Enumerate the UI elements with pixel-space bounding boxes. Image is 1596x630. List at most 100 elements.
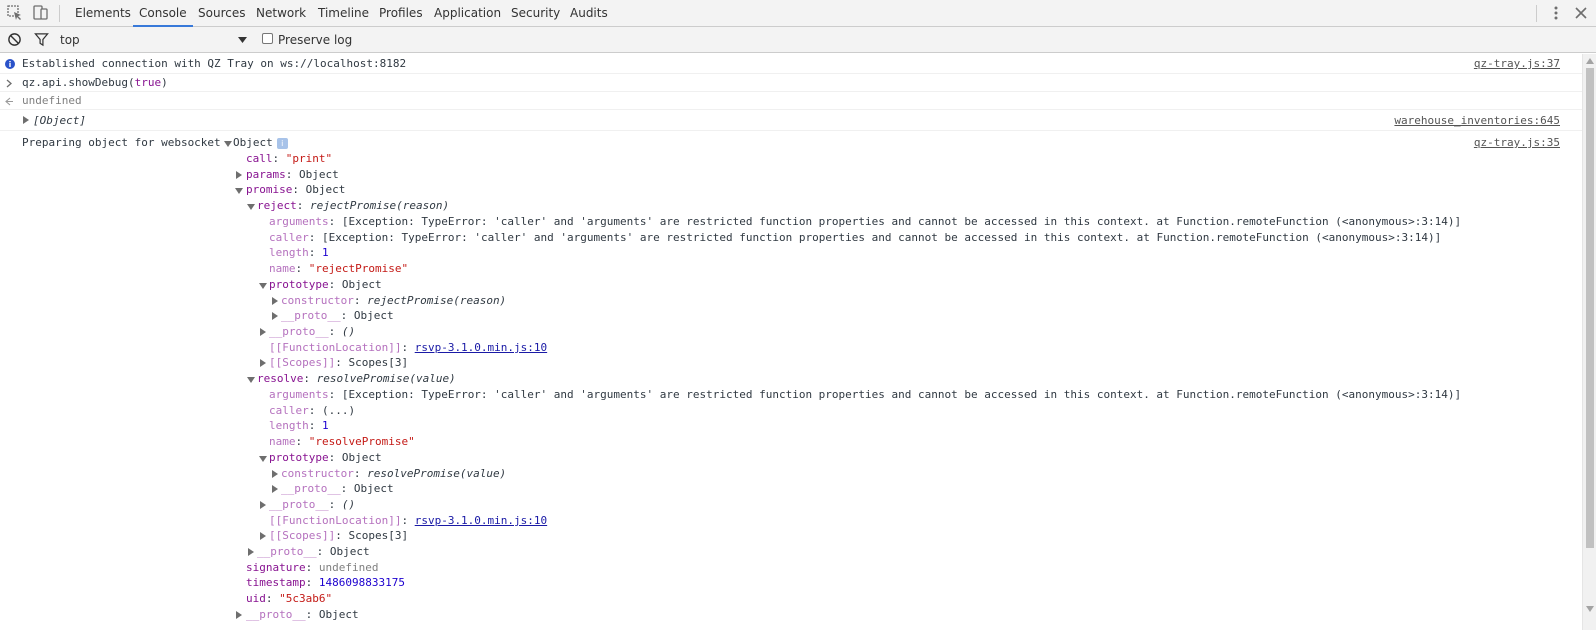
expand-triangle-icon[interactable] <box>23 116 29 124</box>
prop-arguments: arguments: [Exception: TypeError: 'calle… <box>269 215 1462 228</box>
source-link[interactable]: qz-tray.js:35 <box>1474 135 1560 151</box>
message-prefix: Preparing object for websocket <box>22 136 221 149</box>
expand-triangle-icon[interactable] <box>272 485 278 493</box>
result-text: undefined <box>22 94 82 107</box>
console-input: qz.api.showDebug(true) <box>0 74 1582 92</box>
prop-proto-fn[interactable]: __proto__: () <box>269 324 355 340</box>
input-arg: true <box>134 76 162 89</box>
prop-proto[interactable]: __proto__: Object <box>257 544 370 560</box>
scrollbar-thumb[interactable] <box>1586 68 1594 548</box>
console-result: undefined <box>0 92 1582 110</box>
expand-triangle-icon[interactable] <box>272 312 278 320</box>
prop-resolve[interactable]: resolve: resolvePromise(value) <box>257 371 456 387</box>
prop-length: length: 1 <box>269 246 329 259</box>
prop-signature: signature: undefined <box>246 561 379 574</box>
collapse-triangle-icon[interactable] <box>259 456 267 462</box>
prop-function-location: [[FunctionLocation]]: rsvp-3.1.0.min.js:… <box>269 341 548 354</box>
more-options-icon[interactable] <box>1548 5 1564 21</box>
prop-length: length: 1 <box>269 419 329 432</box>
prop-reject[interactable]: reject: rejectPromise(reason) <box>257 198 449 214</box>
console-message-websocket: Preparing object for websocket qz-tray.j… <box>0 131 1582 630</box>
input-text: qz.api.showDebug( <box>22 76 135 89</box>
input-command: qz.api.showDebug(true) <box>22 75 168 91</box>
prop-timestamp: timestamp: 1486098833175 <box>246 576 405 589</box>
tab-timeline[interactable]: Timeline <box>318 0 369 27</box>
prop-scopes[interactable]: [[Scopes]]: Scopes[3] <box>269 528 408 544</box>
toolbar-divider <box>59 5 60 22</box>
info-icon <box>5 59 15 69</box>
prop-proto[interactable]: __proto__: Object <box>281 481 394 497</box>
prop-proto-fn[interactable]: __proto__: () <box>269 497 355 513</box>
console-message-info: Established connection with QZ Tray on w… <box>0 54 1582 74</box>
expand-triangle-icon[interactable] <box>248 548 254 556</box>
tab-elements[interactable]: Elements <box>75 0 131 27</box>
context-selector[interactable]: top <box>60 27 80 53</box>
prop-prototype[interactable]: prototype: Object <box>269 450 382 466</box>
expand-triangle-icon[interactable] <box>236 611 242 619</box>
close-icon[interactable] <box>1573 5 1589 21</box>
tab-audits[interactable]: Audits <box>570 0 608 27</box>
tab-profiles[interactable]: Profiles <box>379 0 423 27</box>
chevron-down-icon[interactable] <box>238 37 247 44</box>
preserve-log-checkbox[interactable] <box>262 33 273 44</box>
console-message-object: [Object] warehouse_inventories:645 <box>0 110 1582 131</box>
prop-caller: caller: (...) <box>269 404 356 417</box>
source-link[interactable]: qz-tray.js:37 <box>1474 56 1560 72</box>
console-output: Established connection with QZ Tray on w… <box>0 54 1582 630</box>
prop-prototype[interactable]: prototype: Object <box>269 277 382 293</box>
chevron-right-icon <box>6 79 12 88</box>
info-badge-icon: i <box>276 137 288 149</box>
collapse-triangle-icon[interactable] <box>259 283 267 289</box>
collapse-triangle-icon[interactable] <box>235 188 243 194</box>
result-arrow-icon <box>5 97 13 106</box>
filter-icon[interactable] <box>34 32 49 47</box>
expand-triangle-icon[interactable] <box>260 501 266 509</box>
prop-params[interactable]: params: Object <box>246 167 339 183</box>
devtools-tabbar: Elements Console Sources Network Timelin… <box>0 0 1596 27</box>
tab-sources[interactable]: Sources <box>198 0 245 27</box>
prop-arguments: arguments: [Exception: TypeError: 'calle… <box>269 388 1462 401</box>
preserve-log-label: Preserve log <box>278 33 353 47</box>
clear-console-icon[interactable] <box>7 32 22 47</box>
scroll-down-icon[interactable] <box>1586 606 1594 612</box>
object-label: Object <box>233 136 273 149</box>
prop-call: call: "print" <box>246 152 333 165</box>
prop-caller: caller: [Exception: TypeError: 'caller' … <box>269 231 1442 244</box>
tab-application[interactable]: Application <box>434 0 501 27</box>
collapse-triangle-icon[interactable] <box>224 141 232 147</box>
prop-name: name: "resolvePromise" <box>269 435 415 448</box>
collapse-triangle-icon[interactable] <box>247 204 255 210</box>
object-preview[interactable]: [Object] <box>33 113 86 129</box>
expand-triangle-icon[interactable] <box>260 359 266 367</box>
prop-constructor[interactable]: constructor: rejectPromise(reason) <box>281 293 506 309</box>
prop-name: name: "rejectPromise" <box>269 262 409 275</box>
message-text: Established connection with QZ Tray on w… <box>22 57 407 70</box>
device-toolbar-icon[interactable] <box>32 5 48 21</box>
prop-proto[interactable]: __proto__: Object <box>246 607 359 623</box>
input-end: ) <box>161 76 168 89</box>
inspect-element-icon[interactable] <box>7 5 23 21</box>
expand-triangle-icon[interactable] <box>236 171 242 179</box>
tab-console[interactable]: Console <box>133 0 193 27</box>
prop-constructor[interactable]: constructor: resolvePromise(value) <box>281 466 506 482</box>
expand-triangle-icon[interactable] <box>260 328 266 336</box>
console-scrollbar[interactable] <box>1582 54 1596 630</box>
collapse-triangle-icon[interactable] <box>247 377 255 383</box>
prop-uid: uid: "5c3ab6" <box>246 592 333 605</box>
expand-triangle-icon[interactable] <box>260 532 266 540</box>
source-link[interactable]: warehouse_inventories:645 <box>1394 113 1560 129</box>
expand-triangle-icon[interactable] <box>272 297 278 305</box>
toolbar-divider-right <box>1536 5 1537 22</box>
console-filter-bar: top Preserve log <box>0 27 1596 53</box>
function-location-link[interactable]: rsvp-3.1.0.min.js:10 <box>415 514 547 527</box>
expand-triangle-icon[interactable] <box>272 470 278 478</box>
prop-proto[interactable]: __proto__: Object <box>281 308 394 324</box>
prop-scopes[interactable]: [[Scopes]]: Scopes[3] <box>269 355 408 371</box>
scroll-up-icon[interactable] <box>1586 58 1594 64</box>
prop-function-location: [[FunctionLocation]]: rsvp-3.1.0.min.js:… <box>269 514 548 527</box>
tab-network[interactable]: Network <box>256 0 306 27</box>
prop-promise[interactable]: promise: Object <box>246 182 345 198</box>
object-root[interactable]: Object i <box>233 135 288 151</box>
function-location-link[interactable]: rsvp-3.1.0.min.js:10 <box>415 341 547 354</box>
tab-security[interactable]: Security <box>511 0 560 27</box>
